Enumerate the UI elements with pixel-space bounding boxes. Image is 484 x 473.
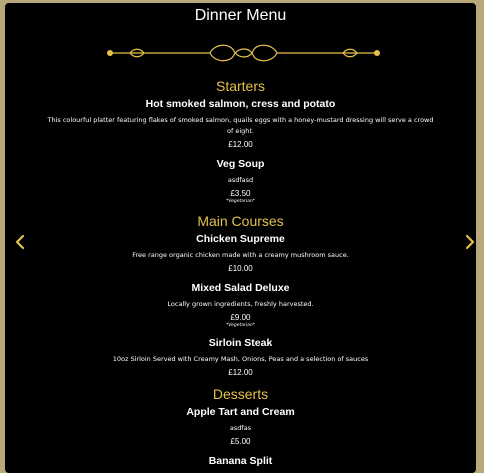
menu-item: Veg Soup asdfasd £3.50 *Vegetarian* [35, 158, 446, 205]
menu-item-price: £10.00 [228, 264, 253, 273]
chevron-left-icon[interactable] [13, 233, 27, 251]
menu-item-description: 10oz Sirloin Served with Creamy Mash, On… [112, 355, 369, 363]
menu-item: Mixed Salad Deluxe Locally grown ingredie… [35, 282, 446, 329]
menu-item: Sirloin Steak 10oz Sirloin Served with Cr… [35, 337, 446, 378]
menu-item: Apple Tart and Cream asdfas £5.00 [35, 406, 446, 447]
menu-item-name: Chicken Supreme [196, 233, 285, 245]
menu-item-name: Hot smoked salmon, cress and potato [145, 98, 336, 110]
menu-item-name: Sirloin Steak [208, 337, 273, 349]
section-heading: Main Courses [197, 213, 284, 229]
menu-item-description: Locally grown ingredients, freshly harve… [167, 300, 314, 308]
menu-item-name: Apple Tart and Cream [186, 406, 295, 418]
section-heading: Desserts [212, 386, 269, 402]
menu-item: Banana Split [35, 455, 446, 468]
menu-item-price: £9.00 [230, 313, 251, 322]
menu-item-description: asdfasd [227, 176, 254, 184]
menu-item: Chicken Supreme Free range organic chicke… [35, 233, 446, 274]
page-title: Dinner Menu [194, 7, 287, 24]
menu-item-price: £12.00 [228, 140, 253, 149]
menu-item-price: £5.00 [230, 437, 251, 446]
menu-item-price: £12.00 [228, 368, 253, 377]
menu-item-note: *Vegetarian* [226, 323, 255, 328]
menu-card: Dinner Menu Starters Hot smoked salmon, c… [5, 3, 476, 473]
menu-item-note: *Vegetarian* [226, 199, 255, 204]
menu-item-name: Veg Soup [216, 158, 265, 170]
ornament-divider-icon [107, 44, 380, 62]
menu-item: Hot smoked salmon, cress and potato This … [35, 98, 446, 150]
menu-item-description: This colourful platter featuring flakes … [47, 116, 434, 135]
menu-item-name: Banana Split [208, 455, 273, 467]
section-heading: Starters [215, 78, 265, 94]
chevron-right-icon[interactable] [463, 233, 476, 251]
menu-content: Starters Hot smoked salmon, cress and pot… [35, 75, 446, 473]
menu-item-description: Free range organic chicken made with a c… [132, 251, 349, 259]
menu-item-description: asdfas [229, 424, 252, 432]
menu-item-price: £3.50 [230, 189, 251, 198]
menu-item-name: Mixed Salad Deluxe [191, 282, 290, 294]
